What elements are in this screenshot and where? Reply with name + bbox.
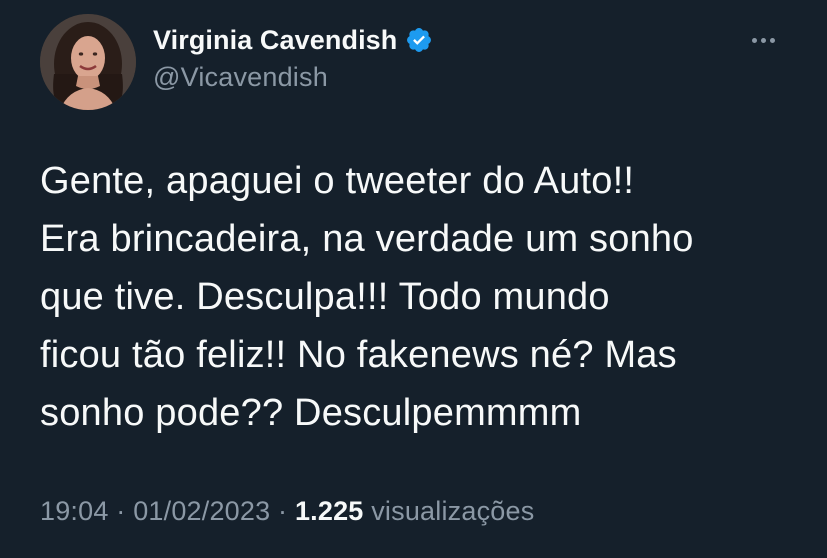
tweet-meta: 19:04 · 01/02/2023 · 1.225 visualizações: [40, 496, 534, 527]
display-name[interactable]: Virginia Cavendish: [153, 25, 397, 56]
avatar-image: [40, 14, 136, 110]
tweet-date[interactable]: 01/02/2023: [133, 496, 270, 526]
views-count: 1.225: [294, 496, 364, 526]
views-label: visualizações: [371, 496, 535, 526]
meta-separator: ·: [116, 496, 126, 526]
avatar[interactable]: [40, 14, 136, 110]
more-dot: [760, 37, 766, 43]
meta-separator: ·: [278, 496, 288, 526]
tweet-card: Virginia Cavendish @Vicavendish Gente, a…: [0, 0, 827, 558]
author-info: Virginia Cavendish @Vicavendish: [153, 22, 433, 93]
more-options-button[interactable]: [743, 28, 783, 52]
more-dot: [769, 37, 775, 43]
tweet-time[interactable]: 19:04: [40, 496, 109, 526]
verified-badge-icon: [405, 26, 433, 54]
more-horizontal-icon: [751, 37, 757, 43]
name-row: Virginia Cavendish: [153, 22, 433, 58]
tweet-text: Gente, apaguei o tweeter do Auto!! Era b…: [40, 160, 694, 434]
user-handle[interactable]: @Vicavendish: [153, 62, 433, 93]
